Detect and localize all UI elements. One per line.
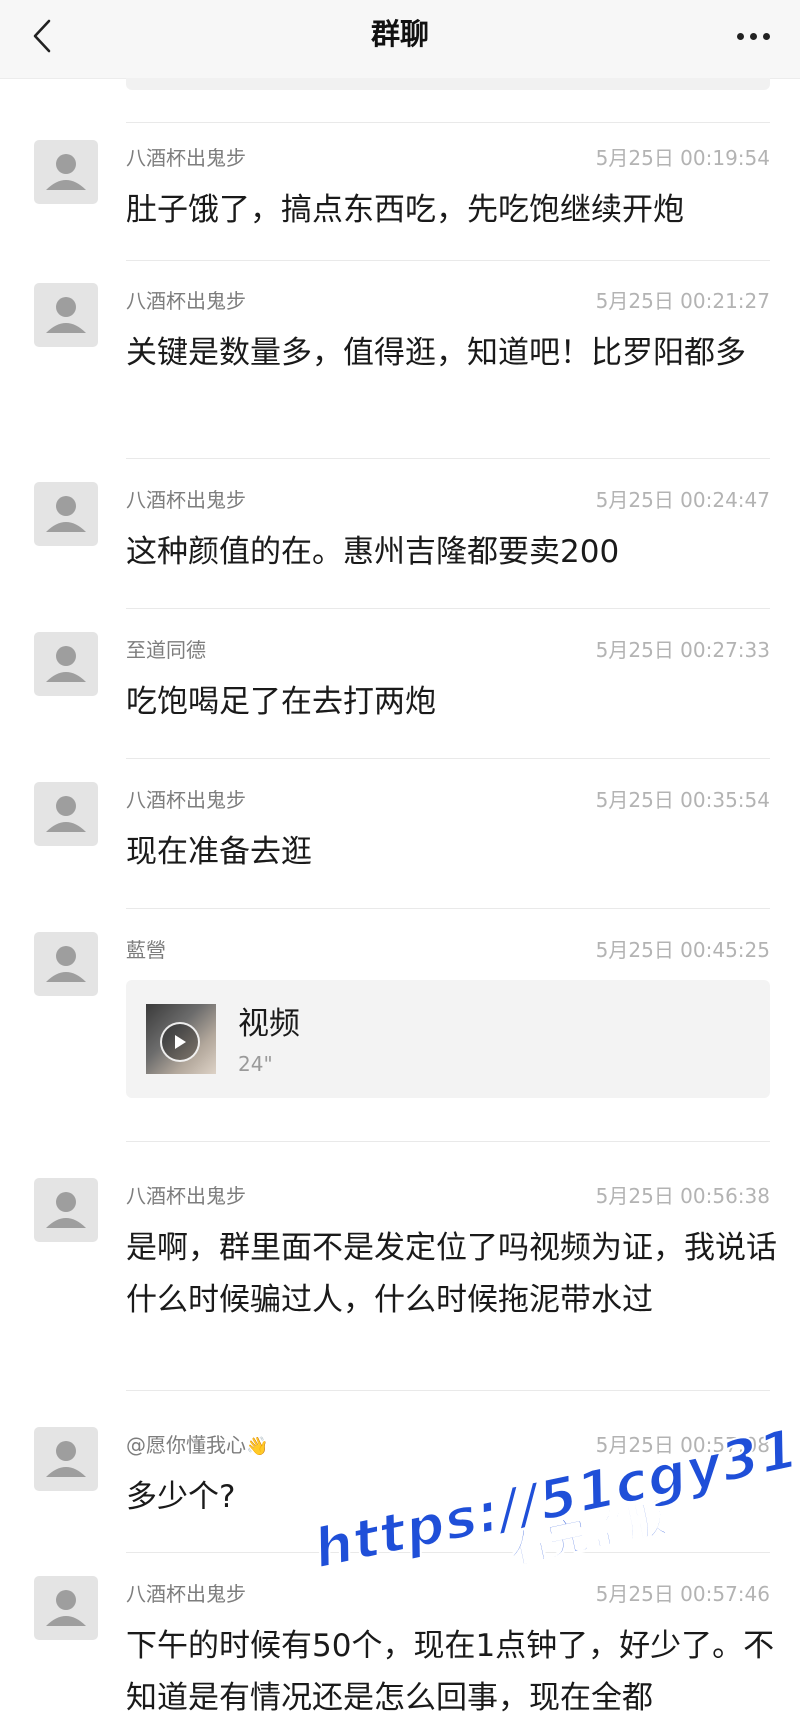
sender-name[interactable]: 至道同德 xyxy=(126,634,206,663)
divider xyxy=(126,1390,770,1391)
video-title: 视频 xyxy=(238,1006,300,1042)
play-icon xyxy=(160,1022,200,1062)
sender-name[interactable]: 八酒杯出鬼步 xyxy=(126,1180,246,1209)
video-duration: 24" xyxy=(238,1052,273,1076)
user-placeholder-icon xyxy=(46,297,86,333)
divider xyxy=(126,608,770,609)
divider xyxy=(126,260,770,261)
avatar[interactable] xyxy=(34,632,98,696)
video-thumbnail[interactable] xyxy=(146,1004,216,1074)
sender-name[interactable]: 八酒杯出鬼步 xyxy=(126,285,246,314)
divider xyxy=(126,1552,770,1553)
divider xyxy=(126,908,770,909)
avatar[interactable] xyxy=(34,1178,98,1242)
user-placeholder-icon xyxy=(46,154,86,190)
message-time: 5月25日 00:45:25 xyxy=(595,938,770,962)
message-time: 5月25日 00:19:54 xyxy=(595,146,770,170)
message-time: 5月25日 00:35:54 xyxy=(595,788,770,812)
message-text: 是啊，群里面不是发定位了吗视频为证，我说话什么时候骗过人，什么时候拖泥带水过 xyxy=(126,1230,777,1318)
avatar[interactable] xyxy=(34,283,98,347)
avatar[interactable] xyxy=(34,1576,98,1640)
avatar[interactable] xyxy=(34,782,98,846)
previous-message-card-edge xyxy=(126,78,770,90)
message-time: 5月25日 00:57:46 xyxy=(595,1582,770,1606)
divider xyxy=(126,758,770,759)
user-placeholder-icon xyxy=(46,1192,86,1228)
message-time: 5月25日 00:56:38 xyxy=(595,1184,770,1208)
message-text: 肚子饿了，搞点东西吃，先吃饱继续开炮 xyxy=(126,192,684,228)
message-text: 现在准备去逛 xyxy=(126,834,312,870)
divider xyxy=(126,1141,770,1142)
user-placeholder-icon xyxy=(46,1441,86,1477)
user-placeholder-icon xyxy=(46,1590,86,1626)
more-horizontal-icon xyxy=(736,32,744,40)
page-title: 群聊 xyxy=(370,17,429,51)
video-message-card[interactable]: 视频 24" xyxy=(126,980,770,1098)
top-bar: 群聊 xyxy=(0,0,800,79)
divider xyxy=(126,122,770,123)
message-text: 吃饱喝足了在去打两炮 xyxy=(126,684,436,720)
user-placeholder-icon xyxy=(46,946,86,982)
message-time: 5月25日 00:57:08 xyxy=(595,1433,770,1457)
waving-hand-emoji: 👋 xyxy=(246,1436,269,1457)
message-time: 5月25日 00:27:33 xyxy=(595,638,770,662)
more-options-button[interactable] xyxy=(728,14,778,58)
message-text: 关键是数量多，值得逛，知道吧！比罗阳都多 xyxy=(126,335,746,371)
avatar[interactable] xyxy=(34,1427,98,1491)
avatar[interactable] xyxy=(34,932,98,996)
sender-name[interactable]: 八酒杯出鬼步 xyxy=(126,1578,246,1607)
message-time: 5月25日 00:21:27 xyxy=(595,289,770,313)
message-text: 这种颜值的在。惠州吉隆都要卖200 xyxy=(126,534,620,570)
user-placeholder-icon xyxy=(46,796,86,832)
sender-name[interactable]: @愿你懂我心👋 xyxy=(126,1429,268,1458)
sender-name[interactable]: 八酒杯出鬼步 xyxy=(126,142,246,171)
message-text: 下午的时候有50个，现在1点钟了，好少了。不知道是有情况还是怎么回事，现在全都 xyxy=(126,1628,775,1716)
avatar[interactable] xyxy=(34,140,98,204)
message-time: 5月25日 00:24:47 xyxy=(595,488,770,512)
divider xyxy=(126,458,770,459)
sender-name[interactable]: 八酒杯出鬼步 xyxy=(126,484,246,513)
sender-name[interactable]: 八酒杯出鬼步 xyxy=(126,784,246,813)
sender-name[interactable]: 藍營 xyxy=(126,934,166,963)
user-placeholder-icon xyxy=(46,496,86,532)
message-text: 多少个? xyxy=(126,1479,236,1515)
sender-name-text: @愿你懂我心 xyxy=(126,1433,246,1457)
avatar[interactable] xyxy=(34,482,98,546)
user-placeholder-icon xyxy=(46,646,86,682)
